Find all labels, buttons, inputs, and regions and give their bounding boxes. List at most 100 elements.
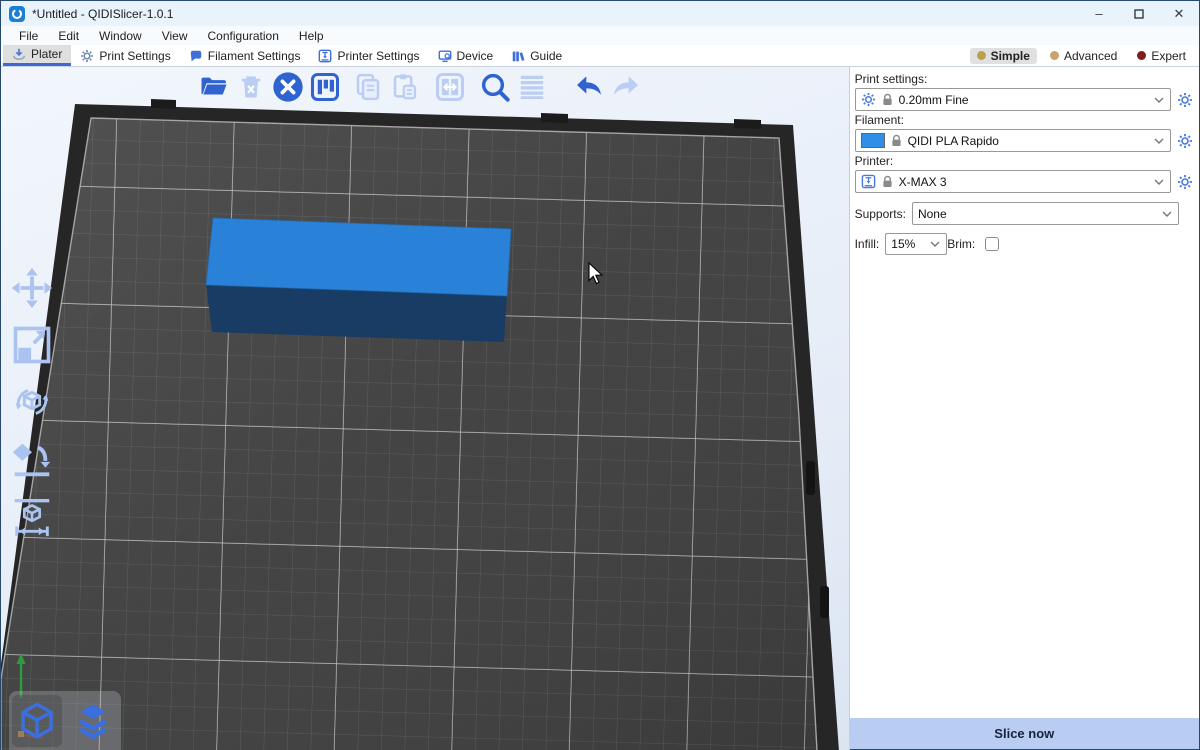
settings-panel: Print settings: 0.20mm Fine Filament: QI… bbox=[850, 67, 1199, 749]
mode-switcher: Simple Advanced Expert bbox=[970, 45, 1199, 66]
arrange-button[interactable] bbox=[308, 70, 342, 104]
variable-layer-height-button[interactable] bbox=[515, 70, 549, 104]
delete-all-icon bbox=[272, 71, 304, 103]
gizmo-toolbar bbox=[7, 265, 57, 539]
tab-device[interactable]: Device bbox=[429, 45, 503, 66]
supports-label: Supports: bbox=[855, 207, 906, 221]
printer-value: X-MAX 3 bbox=[899, 175, 1148, 189]
maximize-icon bbox=[1134, 9, 1144, 19]
preview-view-button[interactable] bbox=[68, 695, 118, 747]
view-mode-toggles bbox=[9, 691, 121, 750]
filament-value: QIDI PLA Rapido bbox=[908, 134, 1148, 148]
tab-plater[interactable]: Plater bbox=[3, 45, 71, 66]
titlebar: *Untitled - QIDISlicer-1.0.1 – ✕ bbox=[1, 1, 1199, 26]
window-title: *Untitled - QIDISlicer-1.0.1 bbox=[32, 7, 173, 21]
maximize-button[interactable] bbox=[1119, 1, 1159, 26]
menu-view[interactable]: View bbox=[152, 29, 198, 43]
scale-icon bbox=[10, 323, 54, 367]
edit-filament-gear-icon[interactable] bbox=[1177, 133, 1193, 149]
bed-clip bbox=[734, 119, 761, 129]
editor-view-button[interactable] bbox=[12, 695, 62, 747]
move-icon bbox=[9, 265, 55, 311]
model-box-top-face bbox=[206, 218, 511, 296]
scale-tool-button[interactable] bbox=[7, 322, 57, 368]
print-bed-scene bbox=[1, 67, 850, 750]
tab-filament-settings[interactable]: Filament Settings bbox=[180, 45, 310, 66]
menu-file[interactable]: File bbox=[9, 29, 48, 43]
printer-settings-icon bbox=[318, 49, 332, 63]
brim-checkbox[interactable] bbox=[985, 237, 999, 251]
edit-printer-gear-icon[interactable] bbox=[1177, 174, 1193, 190]
chevron-down-icon bbox=[1154, 138, 1164, 144]
bed-clip bbox=[541, 113, 568, 123]
infill-value: 15% bbox=[891, 237, 924, 251]
open-button[interactable] bbox=[197, 70, 231, 104]
copy-button[interactable] bbox=[351, 70, 385, 104]
split-instances-icon bbox=[435, 72, 465, 102]
print-settings-gear-icon bbox=[80, 49, 94, 63]
printer-label: Printer: bbox=[855, 154, 1193, 168]
search-button[interactable] bbox=[478, 70, 512, 104]
app-window: *Untitled - QIDISlicer-1.0.1 – ✕ File Ed… bbox=[0, 0, 1200, 750]
preset-gear-icon bbox=[861, 92, 876, 107]
tab-print-settings[interactable]: Print Settings bbox=[71, 45, 179, 66]
redo-button[interactable] bbox=[609, 70, 643, 104]
supports-value: None bbox=[918, 207, 1156, 221]
tab-guide[interactable]: Guide bbox=[502, 45, 571, 66]
plater-toolbar bbox=[197, 70, 646, 104]
close-button[interactable]: ✕ bbox=[1159, 1, 1199, 26]
chevron-down-icon bbox=[1154, 97, 1164, 103]
chevron-down-icon bbox=[1162, 211, 1172, 217]
guide-icon bbox=[511, 49, 525, 63]
infill-label: Infill: bbox=[855, 237, 880, 251]
menu-help[interactable]: Help bbox=[289, 29, 334, 43]
mode-advanced[interactable]: Advanced bbox=[1043, 48, 1124, 64]
redo-icon bbox=[610, 71, 642, 103]
menu-window[interactable]: Window bbox=[89, 29, 152, 43]
delete-trash-icon bbox=[237, 73, 265, 101]
delete-button[interactable] bbox=[234, 70, 268, 104]
menu-configuration[interactable]: Configuration bbox=[198, 29, 289, 43]
chevron-down-icon bbox=[930, 241, 940, 247]
menubar: File Edit Window View Configuration Help bbox=[1, 26, 1199, 45]
tab-printer-settings[interactable]: Printer Settings bbox=[309, 45, 428, 66]
paste-button[interactable] bbox=[388, 70, 422, 104]
minimize-button[interactable]: – bbox=[1079, 1, 1119, 26]
brim-label: Brim: bbox=[947, 237, 975, 251]
menu-edit[interactable]: Edit bbox=[48, 29, 89, 43]
print-settings-combo[interactable]: 0.20mm Fine bbox=[855, 88, 1171, 111]
expert-mode-dot bbox=[1137, 51, 1146, 60]
mode-simple[interactable]: Simple bbox=[970, 48, 1037, 64]
slice-now-button[interactable]: Slice now bbox=[850, 718, 1199, 749]
model-box bbox=[206, 218, 511, 342]
move-tool-button[interactable] bbox=[7, 265, 57, 311]
delete-all-button[interactable] bbox=[271, 70, 305, 104]
infill-combo[interactable]: 15% bbox=[885, 233, 947, 255]
simple-mode-dot bbox=[977, 51, 986, 60]
chevron-down-icon bbox=[1154, 179, 1164, 185]
3d-viewport[interactable] bbox=[1, 67, 850, 750]
place-on-face-icon bbox=[9, 436, 55, 482]
layer-height-icon bbox=[517, 72, 547, 102]
measure-tool-button[interactable] bbox=[7, 493, 57, 539]
lock-icon bbox=[882, 175, 893, 188]
3d-editor-cube-icon bbox=[16, 700, 58, 742]
printer-icon bbox=[861, 174, 876, 189]
print-settings-label: Print settings: bbox=[855, 72, 1193, 86]
supports-combo[interactable]: None bbox=[912, 202, 1179, 225]
undo-icon bbox=[573, 71, 605, 103]
filament-label: Filament: bbox=[855, 113, 1193, 127]
rotate-tool-button[interactable] bbox=[7, 379, 57, 425]
bed-side-clip bbox=[820, 586, 829, 618]
place-on-face-tool-button[interactable] bbox=[7, 436, 57, 482]
undo-button[interactable] bbox=[572, 70, 606, 104]
mode-expert[interactable]: Expert bbox=[1130, 48, 1193, 64]
edit-print-settings-gear-icon[interactable] bbox=[1177, 92, 1193, 108]
split-instances-button[interactable] bbox=[433, 70, 467, 104]
filament-combo[interactable]: QIDI PLA Rapido bbox=[855, 129, 1171, 152]
measure-icon bbox=[9, 493, 55, 539]
paste-icon bbox=[390, 72, 420, 102]
printer-combo[interactable]: X-MAX 3 bbox=[855, 170, 1171, 193]
advanced-mode-dot bbox=[1050, 51, 1059, 60]
lock-icon bbox=[882, 93, 893, 106]
